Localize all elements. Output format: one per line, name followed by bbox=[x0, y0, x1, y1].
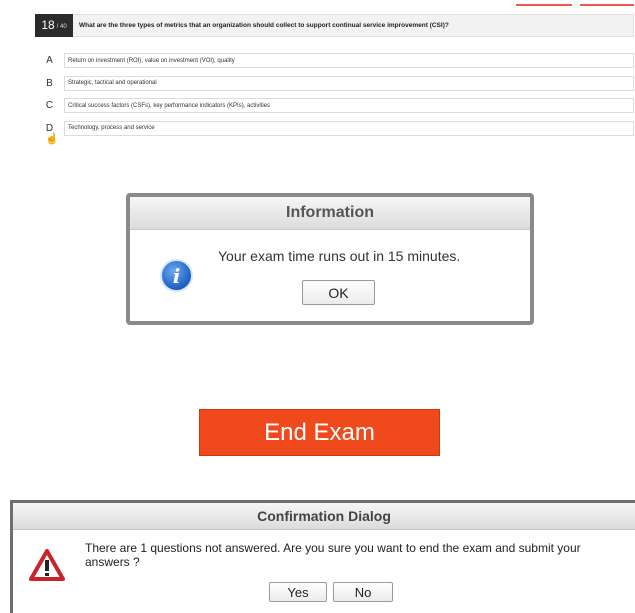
warning-icon bbox=[29, 549, 65, 581]
top-link-underline[interactable] bbox=[580, 4, 634, 6]
option-letter: C bbox=[45, 100, 54, 111]
option-d[interactable]: D Technology, process and service bbox=[43, 120, 634, 136]
question-text: What are the three types of metrics that… bbox=[79, 22, 449, 29]
dialog-title: Confirmation Dialog bbox=[13, 503, 635, 530]
option-text[interactable]: Critical success factors (CSFs), key per… bbox=[64, 98, 634, 113]
info-icon: i bbox=[160, 259, 193, 292]
option-text[interactable]: Strategic, tactical and operational bbox=[64, 75, 634, 91]
option-c[interactable]: C Critical success factors (CSFs), key p… bbox=[43, 98, 634, 113]
option-b[interactable]: B Strategic, tactical and operational bbox=[43, 75, 634, 91]
dialog-message: There are 1 questions not answered. Are … bbox=[85, 541, 581, 569]
answer-options: A Return on investment (ROI), value on i… bbox=[43, 53, 634, 143]
ok-button[interactable]: OK bbox=[302, 280, 375, 305]
option-letter: A bbox=[46, 55, 53, 66]
question-total: / 40 bbox=[56, 24, 67, 30]
dialog-title: Information bbox=[130, 197, 530, 230]
option-letter: B bbox=[46, 77, 53, 89]
top-links bbox=[0, 0, 635, 10]
dialog-message: Your exam time runs out in 15 minutes. bbox=[218, 248, 461, 264]
question-number: 18 bbox=[41, 18, 55, 32]
option-text[interactable]: Technology, process and service bbox=[64, 120, 634, 136]
end-exam-button[interactable]: End Exam bbox=[199, 409, 440, 456]
question-number-badge: 18 / 40 bbox=[35, 13, 73, 37]
hand-cursor-icon: ☝ bbox=[45, 133, 59, 145]
confirmation-dialog: Confirmation Dialog There are 1 question… bbox=[10, 500, 635, 613]
option-a[interactable]: A Return on investment (ROI), value on i… bbox=[43, 53, 634, 68]
question-bar: 18 / 40 What are the three types of metr… bbox=[35, 13, 634, 37]
top-link-underline[interactable] bbox=[516, 4, 572, 6]
information-dialog: Information i Your exam time runs out in… bbox=[126, 193, 534, 325]
no-button[interactable]: No bbox=[333, 582, 393, 602]
option-text[interactable]: Return on investment (ROI), value on inv… bbox=[64, 53, 634, 68]
yes-button[interactable]: Yes bbox=[269, 582, 327, 602]
